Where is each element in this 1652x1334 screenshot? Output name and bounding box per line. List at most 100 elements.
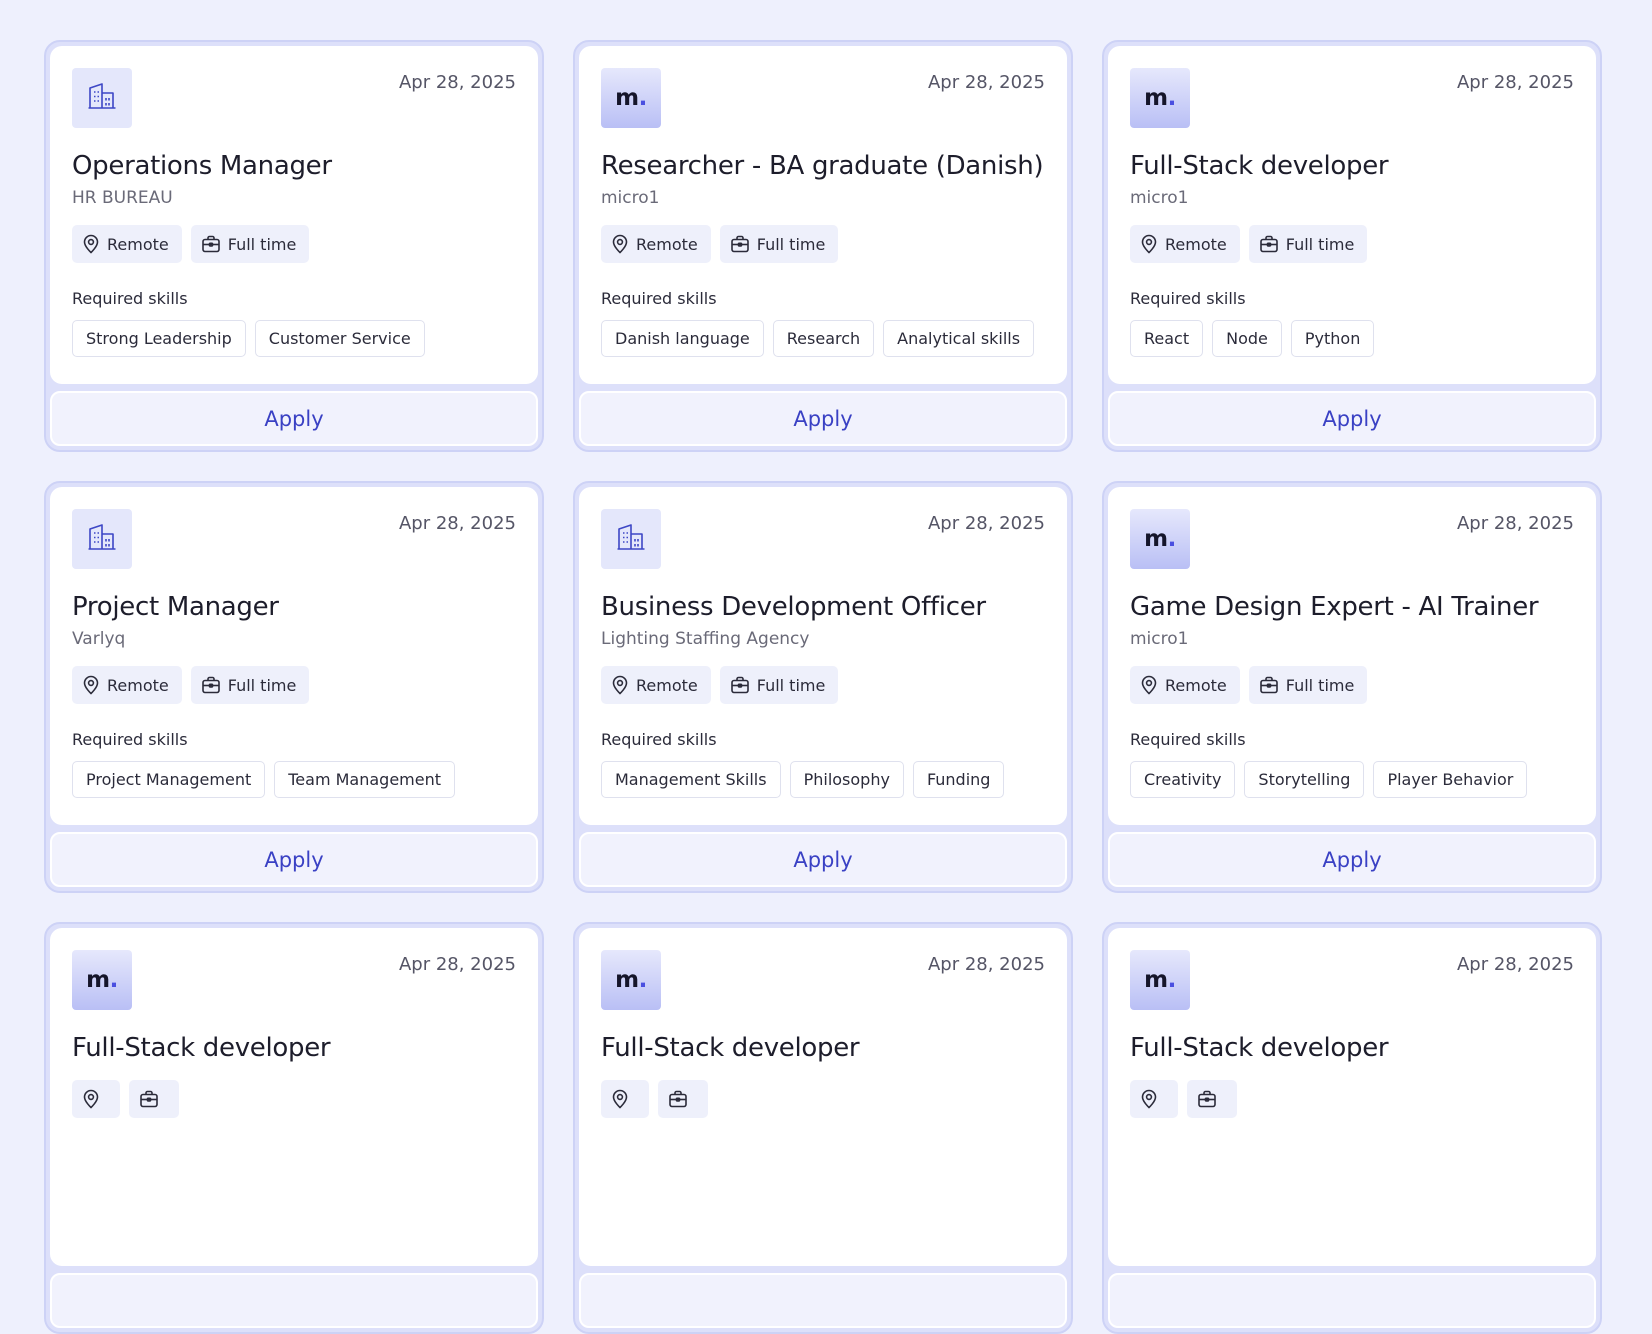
location-label: Remote [1165,234,1227,254]
job-type-tag [1187,1080,1237,1118]
posted-date: Apr 28, 2025 [927,513,1045,534]
location-label: Remote [636,234,698,254]
job-card-3[interactable]: m. Apr 28, 2025 Full-Stack developer mic… [1102,40,1602,452]
skill-chip: React [1130,320,1204,357]
location-tag: Remote [1130,225,1240,263]
apply-button[interactable]: Apply [1108,391,1596,446]
job-title[interactable]: Researcher - BA graduate (Danish) [601,151,1045,181]
required-skills-label: Required skills [1130,289,1246,308]
job-title[interactable]: Game Design Expert - AI Trainer [1130,592,1574,622]
job-card-body: m. Apr 28, 2025 Game Design Expert - AI … [1108,487,1596,825]
location-tag: Remote [72,225,182,263]
company-name: Lighting Staffing Agency [601,629,810,649]
job-card-1[interactable]: Apr 28, 2025 Operations Manager HR BUREA… [44,40,544,452]
job-title[interactable]: Full-Stack developer [601,1033,1045,1063]
apply-button[interactable]: Apply [579,832,1067,887]
skill-chip: Python [1290,320,1375,357]
briefcase-icon [1259,235,1279,253]
required-skills-label: Required skills [1130,730,1246,749]
location-pin-icon [82,1089,100,1109]
job-card-body: Apr 28, 2025 Operations Manager HR BUREA… [50,46,538,384]
skills-list: Strong Leadership Customer Service [72,320,516,357]
required-skills-label: Required skills [72,730,188,749]
job-title[interactable]: Project Manager [72,592,516,622]
posted-date: Apr 28, 2025 [1456,513,1574,534]
posted-date: Apr 28, 2025 [927,72,1045,93]
location-tag: Remote [1130,666,1240,704]
job-card-8[interactable]: m. Apr 28, 2025 Full-Stack developer [573,922,1073,1334]
job-card-6[interactable]: m. Apr 28, 2025 Game Design Expert - AI … [1102,481,1602,893]
posted-date: Apr 28, 2025 [398,513,516,534]
apply-button[interactable]: Apply [579,391,1067,446]
job-type-label: Full time [1285,675,1355,695]
skills-list: Management Skills Philosophy Funding [601,761,1045,798]
company-logo: m. [601,68,661,128]
job-card-header: Apr 28, 2025 [601,509,1045,569]
job-type-label: Full time [227,675,297,695]
job-type-label: Full time [1285,234,1355,254]
job-card-2[interactable]: m. Apr 28, 2025 Researcher - BA graduate… [573,40,1073,452]
job-card-header: m. Apr 28, 2025 [1130,68,1574,128]
job-card-header: m. Apr 28, 2025 [72,950,516,1010]
job-title[interactable]: Full-Stack developer [72,1033,516,1063]
location-label: Remote [107,234,169,254]
location-pin-icon [611,675,629,695]
micro1-logo-letter: m [1144,526,1168,552]
job-type-tag: Full time [719,666,839,704]
company-logo: m. [72,950,132,1010]
apply-button[interactable]: Apply [50,391,538,446]
micro1-logo-dot: . [638,85,648,111]
job-card-7[interactable]: m. Apr 28, 2025 Full-Stack developer [44,922,544,1334]
job-card-9[interactable]: m. Apr 28, 2025 Full-Stack developer [1102,922,1602,1334]
job-card-body: m. Apr 28, 2025 Full-Stack developer [579,928,1067,1266]
skill-chip: Management Skills [601,761,781,798]
micro1-logo-dot: . [109,967,119,993]
apply-button[interactable] [50,1273,538,1328]
location-label: Remote [1165,675,1227,695]
skill-chip: Storytelling [1244,761,1365,798]
job-type-tag: Full time [719,225,839,263]
company-logo: m. [1130,950,1190,1010]
location-tag [601,1080,649,1118]
job-card-header: m. Apr 28, 2025 [601,950,1045,1010]
location-pin-icon [82,675,100,695]
job-card-header: Apr 28, 2025 [72,68,516,128]
job-type-tag: Full time [1248,225,1368,263]
required-skills-label: Required skills [72,289,188,308]
apply-button[interactable] [1108,1273,1596,1328]
company-logo [601,509,661,569]
skills-list: React Node Python [1130,320,1574,357]
required-skills-label: Required skills [601,730,717,749]
job-tags [1130,1080,1574,1118]
job-tags: Remote Full time [1130,666,1574,704]
company-name: micro1 [1130,629,1189,649]
apply-button[interactable] [579,1273,1067,1328]
job-title[interactable]: Business Development Officer [601,592,1045,622]
skill-chip: Customer Service [254,320,425,357]
company-logo: m. [601,950,661,1010]
apply-button[interactable]: Apply [50,832,538,887]
company-logo: m. [1130,509,1190,569]
briefcase-icon [668,1090,688,1108]
job-tags: Remote Full time [72,225,516,263]
apply-button[interactable]: Apply [1108,832,1596,887]
job-type-label: Full time [756,234,826,254]
job-card-body: Apr 28, 2025 Project Manager Varlyq Remo… [50,487,538,825]
briefcase-icon [1197,1090,1217,1108]
location-pin-icon [82,234,100,254]
posted-date: Apr 28, 2025 [398,954,516,975]
skills-list: Project Management Team Management [72,761,516,798]
location-tag: Remote [601,225,711,263]
job-title[interactable]: Operations Manager [72,151,516,181]
job-card-4[interactable]: Apr 28, 2025 Project Manager Varlyq Remo… [44,481,544,893]
job-card-body: m. Apr 28, 2025 Full-Stack developer [50,928,538,1266]
job-title[interactable]: Full-Stack developer [1130,1033,1574,1063]
location-pin-icon [611,234,629,254]
skill-chip: Project Management [72,761,266,798]
job-type-label: Full time [756,675,826,695]
job-card-5[interactable]: Apr 28, 2025 Business Development Office… [573,481,1073,893]
job-tags: Remote Full time [601,225,1045,263]
micro1-logo-mark: m. [1144,526,1176,552]
job-card-header: m. Apr 28, 2025 [1130,950,1574,1010]
job-title[interactable]: Full-Stack developer [1130,151,1574,181]
